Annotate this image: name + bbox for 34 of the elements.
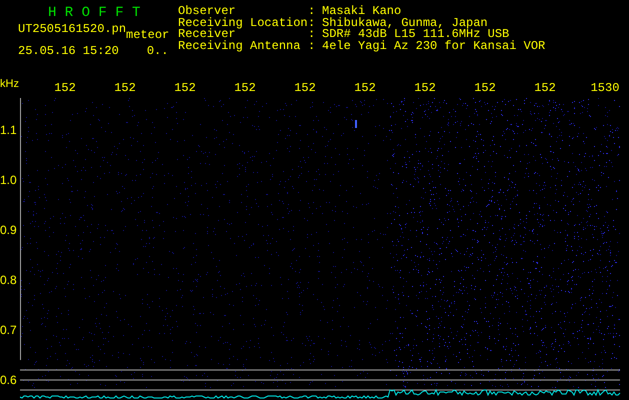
info-value: Shibukawa, Gunma, Japan [322, 18, 488, 29]
info-value: Masaki Kano [322, 6, 402, 18]
frequency-label: 152 [173, 82, 197, 94]
frequency-label: 152 [113, 82, 137, 94]
frequency-label: 152 [413, 82, 437, 94]
unit-label: kHz [0, 79, 19, 91]
frequency-label: 152 [473, 82, 497, 94]
info-separator: : [308, 29, 316, 40]
info-separator: : [308, 18, 316, 29]
info-label: Receiver [178, 29, 236, 40]
info-value: 4ele Yagi Az 230 for Kansai VOR [322, 40, 546, 52]
axis-label: 0.7 [0, 325, 17, 337]
info-separator: : [308, 40, 316, 52]
frequency-label: 152 [233, 82, 257, 94]
frequency-label: 152 [533, 82, 557, 94]
axis-label: 0.9 [0, 225, 17, 237]
count-value: 0.. [146, 46, 168, 57]
axis-label: 1.0 [0, 175, 17, 187]
info-separator: : [308, 6, 316, 18]
frequency-label: 152 [293, 82, 317, 94]
frequency-label: 152 [353, 82, 377, 94]
axis-label: 0.8 [0, 275, 17, 287]
info-label: Receiving Location [178, 18, 308, 29]
frequency-label: 152 [53, 82, 77, 94]
axis-label: 1.1 [0, 125, 17, 137]
info-value: SDR# 43dB L15 111.6MHz USB [322, 29, 510, 40]
info-label: Receiving Antenna [178, 40, 302, 52]
timestamp: 25.05.16 15:20 [18, 46, 119, 57]
info-label: Observer [178, 6, 236, 18]
axis-label: 0.6 [0, 375, 17, 387]
frequency-label: 1530 [590, 82, 620, 94]
file-name: UT2505161520.pn [18, 24, 126, 38]
mode-label: meteor [126, 30, 170, 42]
app-title: H R O F F T [47, 6, 142, 20]
